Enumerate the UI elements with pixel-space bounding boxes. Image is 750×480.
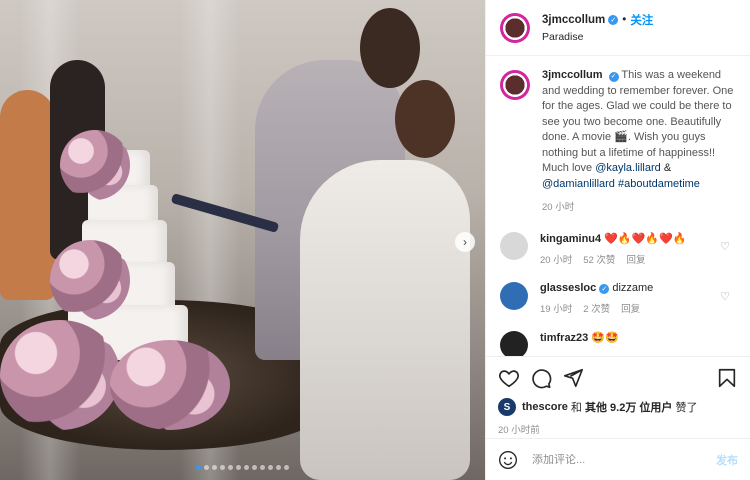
carousel-dot xyxy=(228,465,233,470)
verified-icon: ✓ xyxy=(599,283,610,294)
groom-head xyxy=(360,8,420,88)
commenter-avatar[interactable] xyxy=(500,281,528,310)
post-actions: S thescore 和 其他 9.2万 位用户 赞了 20 小时前 xyxy=(486,356,750,436)
carousel-dot xyxy=(276,465,281,470)
heart-icon[interactable] xyxy=(498,367,520,389)
comment-text: 🤩🤩 xyxy=(591,331,619,344)
bride-head xyxy=(395,80,455,158)
comment-time: 19 小时 xyxy=(540,303,573,315)
post-comment-button[interactable]: 发布 xyxy=(716,452,738,468)
verified-icon: ✓ xyxy=(608,71,619,82)
carousel-dots xyxy=(0,465,485,470)
follow-button[interactable]: 关注 xyxy=(630,12,653,28)
separator-dot: • xyxy=(622,14,627,26)
verified-icon: ✓ xyxy=(608,15,619,25)
caption-username[interactable]: 3jmccollum xyxy=(542,69,603,81)
comment-likes[interactable]: 52 次赞 xyxy=(583,252,615,266)
comment-item: kingaminu4 ❤️🔥❤️🔥❤️🔥 20 小时 52 次赞 回复 ♡ xyxy=(500,231,736,266)
heart-icon[interactable]: ♡ xyxy=(720,240,730,253)
commenter-avatar[interactable] xyxy=(500,330,528,356)
flowers xyxy=(50,240,130,320)
carousel-dot xyxy=(196,465,201,470)
comment-text: dizzame xyxy=(612,281,654,294)
author-avatar[interactable] xyxy=(500,12,530,43)
liker-username[interactable]: thescore xyxy=(522,401,568,413)
caption-time: 20 小时 xyxy=(542,202,575,213)
emoji-icon[interactable] xyxy=(498,450,518,470)
comment-icon[interactable] xyxy=(530,367,552,389)
comment-item: glassesloc ✓ dizzame 19 小时 2 次赞 回复 ♡ xyxy=(500,281,736,315)
carousel-dot xyxy=(252,465,257,470)
comment-likes[interactable]: 2 次赞 xyxy=(583,301,610,315)
comment-text: ❤️🔥❤️🔥❤️🔥 xyxy=(604,232,687,245)
chevron-right-icon: › xyxy=(463,235,467,249)
reply-button[interactable]: 回复 xyxy=(626,252,645,266)
post-header: 3jmccollum ✓ • 关注 Paradise xyxy=(486,0,750,56)
hashtag-link[interactable]: #aboutdametime xyxy=(618,178,700,190)
comment-input[interactable] xyxy=(532,453,716,466)
comment-username[interactable]: glassesloc xyxy=(540,282,596,294)
post-timestamp[interactable]: 20 小时前 xyxy=(498,422,738,436)
likes-suffix: 赞了 xyxy=(675,402,698,414)
caption-text: This was a weekend and wedding to rememb… xyxy=(542,69,734,174)
flowers xyxy=(60,130,130,200)
comment-username[interactable]: timfraz23 xyxy=(540,332,588,344)
author-username[interactable]: 3jmccollum xyxy=(542,14,605,26)
caption-amp: & xyxy=(663,162,672,174)
share-icon[interactable] xyxy=(562,367,584,389)
bride xyxy=(300,160,470,480)
guest xyxy=(0,90,55,300)
carousel-dot xyxy=(204,465,209,470)
comments-list[interactable]: 3jmccollum ✓ This was a weekend and weddi… xyxy=(486,56,750,356)
bookmark-icon[interactable] xyxy=(716,367,738,389)
flowers xyxy=(0,320,120,430)
mention-link[interactable]: @kayla.lillard xyxy=(595,162,661,174)
carousel-dot xyxy=(236,465,241,470)
post-side-panel: 3jmccollum ✓ • 关注 Paradise 3jmccollum ✓ T… xyxy=(485,0,750,480)
next-photo-button[interactable]: › xyxy=(455,232,475,252)
comment-item: timfraz23 🤩🤩 xyxy=(500,330,736,356)
likes-summary: S thescore 和 其他 9.2万 位用户 赞了 xyxy=(498,398,738,416)
comment-time: 20 小时 xyxy=(540,254,573,266)
likes-and: 和 xyxy=(570,402,582,414)
mention-link[interactable]: @damianlillard xyxy=(542,178,615,190)
caption: 3jmccollum ✓ This was a weekend and weddi… xyxy=(500,68,736,216)
liker-avatar[interactable]: S xyxy=(498,398,516,416)
carousel-dot xyxy=(212,465,217,470)
commenter-avatar[interactable] xyxy=(500,231,528,260)
author-avatar[interactable] xyxy=(500,70,530,100)
carousel-dot xyxy=(284,465,289,470)
post-location[interactable]: Paradise xyxy=(542,31,653,43)
carousel-dot xyxy=(244,465,249,470)
likes-others[interactable]: 其他 9.2万 位用户 xyxy=(585,399,672,415)
carousel-dot xyxy=(220,465,225,470)
comment-username[interactable]: kingaminu4 xyxy=(540,233,601,245)
flowers xyxy=(110,340,230,430)
carousel-dot xyxy=(260,465,265,470)
reply-button[interactable]: 回复 xyxy=(621,301,640,315)
add-comment-bar: 发布 xyxy=(486,438,750,480)
post-photo[interactable]: › xyxy=(0,0,485,480)
carousel-dot xyxy=(268,465,273,470)
heart-icon[interactable]: ♡ xyxy=(720,290,730,303)
